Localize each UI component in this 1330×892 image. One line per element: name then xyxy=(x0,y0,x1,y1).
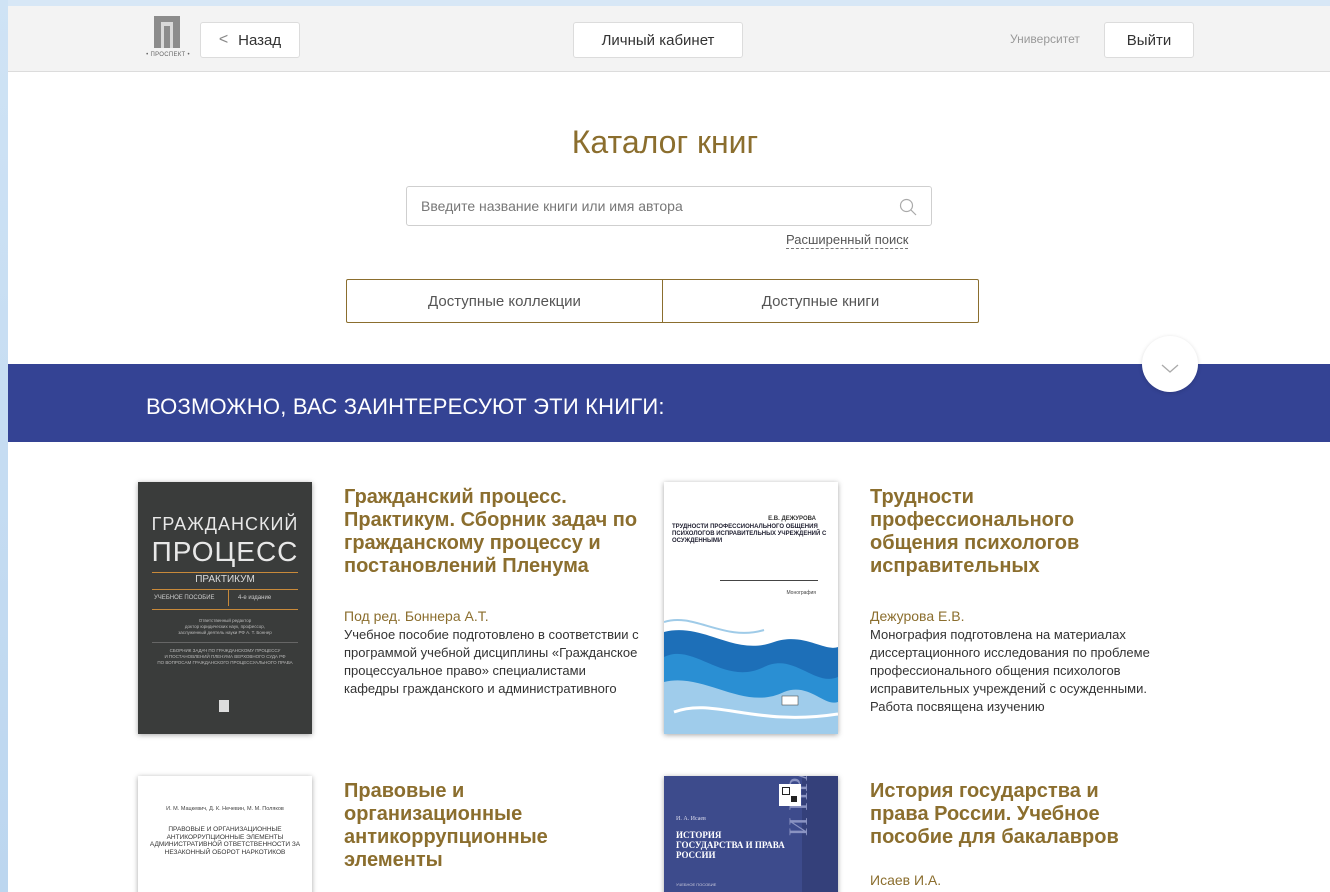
book-description: Учебное пособие подготовлено в соответст… xyxy=(344,627,639,696)
personal-cabinet-button[interactable]: Личный кабинет xyxy=(573,22,743,58)
page-title: Каталог книг xyxy=(571,124,759,160)
collection-tabs: Доступные коллекции Доступные книги xyxy=(346,279,979,323)
prospekt-logo[interactable]: • ПРОСПЕКТ • xyxy=(146,16,190,62)
book-cover[interactable]: ГРАЖДАНСКИЙ ПРОЦЕСС ПРАКТИКУМ УЧЕБНОЕ ПО… xyxy=(138,482,312,734)
cover-text: И. М. Мацкевич, Д. К. Нечевин, М. М. Пол… xyxy=(166,806,284,812)
cover-text: ПО ВОПРОСАМ ГРАЖДАНСКОГО ПРОЦЕССУАЛЬНОГО… xyxy=(157,660,293,665)
tab-available-books[interactable]: Доступные книги xyxy=(662,280,978,322)
cover-text: ИСТОРИЯ ГОСУДАРСТВА И ПРАВА РОССИИ xyxy=(676,830,785,860)
search-icon[interactable] xyxy=(899,198,917,216)
back-button[interactable]: < Назад xyxy=(200,22,300,58)
cover-text: УЧЕБНОЕ ПОСОБИЕ xyxy=(154,595,215,601)
logo-building-icon xyxy=(154,16,180,48)
back-label: Назад xyxy=(238,31,282,49)
cover-text: Е.В. ДЕЖУРОВА xyxy=(768,516,816,522)
search-input[interactable] xyxy=(421,187,881,225)
cover-text: И. А. Исаев xyxy=(676,816,706,822)
cover-text: 4-е издание xyxy=(238,595,272,601)
cover-rule xyxy=(228,590,229,606)
top-header: • ПРОСПЕКТ • < Назад Личный кабинет Унив… xyxy=(8,6,1330,72)
chevron-down-icon xyxy=(1161,364,1179,373)
publisher-mark-icon xyxy=(219,700,229,712)
university-label: Университет xyxy=(1010,32,1080,46)
cover-text: заслуженный деятель науки РФ А. Т. Бонне… xyxy=(178,630,272,635)
book-description: Монография подготовлена на материалах ди… xyxy=(870,627,1150,714)
book-title[interactable]: Правовые и организационные антикоррупцио… xyxy=(344,780,564,872)
cover-rule xyxy=(720,580,818,581)
banner-title: ВОЗМОЖНО, ВАС ЗАИНТЕРЕСУЮТ ЭТИ КНИГИ: xyxy=(146,394,665,419)
cover-text: ГРАЖДАНСКИЙ xyxy=(151,514,299,534)
book-title[interactable]: История государства и права России. Учеб… xyxy=(870,780,1140,849)
cover-text: ПРОЦЕСС xyxy=(151,536,299,567)
cover-rule xyxy=(152,589,298,590)
cover-text: УЧЕБНОЕ ПОСОБИЕ xyxy=(676,882,717,887)
cover-text: ТРУДНОСТИ ПРОФЕССИОНАЛЬНОГО ОБЩЕНИЯ ПСИХ… xyxy=(672,524,827,544)
cover-text: Монография xyxy=(786,590,816,596)
search-box xyxy=(406,186,932,226)
qr-code-icon xyxy=(779,784,801,806)
book-author: Дежурова Е.В. xyxy=(870,608,965,624)
book-title[interactable]: Гражданский процесс. Практикум. Сборник … xyxy=(344,486,644,578)
recommendations-banner: ВОЗМОЖНО, ВАС ЗАИНТЕРЕСУЮТ ЭТИ КНИГИ: xyxy=(8,364,1330,442)
collapse-button[interactable] xyxy=(1142,336,1198,392)
cover-rule xyxy=(152,609,298,610)
exit-button[interactable]: Выйти xyxy=(1104,22,1194,58)
book-title[interactable]: Трудности профессионального общения псих… xyxy=(870,486,1100,578)
cover-text: ПРАВОВЫЕ И ОРГАНИЗАЦИОННЫЕ АНТИКОРРУПЦИО… xyxy=(149,826,301,856)
book-cover[interactable]: И. М. Мацкевич, Д. К. Нечевин, М. М. Пол… xyxy=(138,776,312,892)
book-cover[interactable]: Е.В. ДЕЖУРОВА ТРУДНОСТИ ПРОФЕССИОНАЛЬНОГ… xyxy=(664,482,838,734)
logo-text: • ПРОСПЕКТ • xyxy=(146,52,190,58)
chevron-left-icon: < xyxy=(218,31,229,48)
cover-rule xyxy=(152,572,298,573)
tab-available-collections[interactable]: Доступные коллекции xyxy=(347,280,662,322)
book-cover[interactable]: И ПРАВО И. А. Исаев ИСТОРИЯ ГОСУДАРСТВА … xyxy=(664,776,838,892)
book-author: Под ред. Боннера А.Т. xyxy=(344,608,489,624)
cover-rule xyxy=(152,642,298,643)
book-author: Исаев И.А. xyxy=(870,872,942,888)
cover-text: ПРАКТИКУМ xyxy=(195,574,255,585)
advanced-search-link[interactable]: Расширенный поиск xyxy=(786,232,909,249)
